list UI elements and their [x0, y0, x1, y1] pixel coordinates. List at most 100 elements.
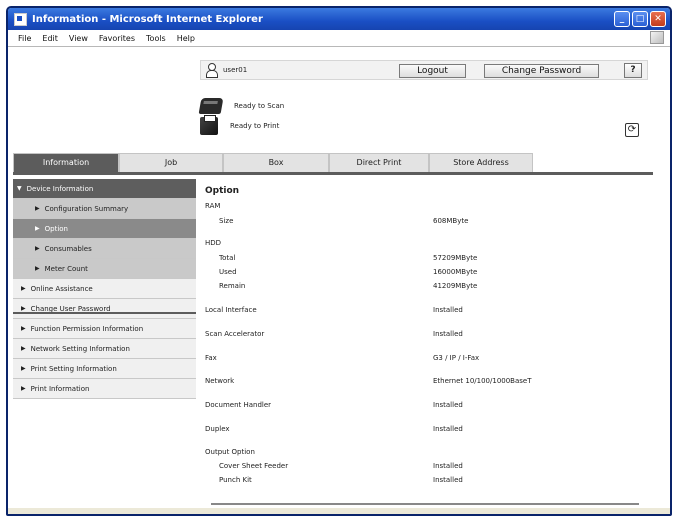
document-handler-value: Installed	[433, 401, 463, 409]
duplex-label: Duplex	[205, 425, 230, 433]
triangle-right-icon: ▶	[21, 365, 26, 372]
sidebar-item-meter-count[interactable]: ▶ Meter Count	[13, 259, 196, 279]
menu-help[interactable]: Help	[177, 34, 195, 43]
menu-view[interactable]: View	[69, 34, 88, 43]
printer-icon	[200, 115, 218, 135]
network-label: Network	[205, 377, 235, 385]
close-button[interactable]: ✕	[650, 11, 666, 27]
sidebar-item-configuration-summary[interactable]: ▶ Configuration Summary	[13, 199, 196, 219]
scan-status-text: Ready to Scan	[234, 102, 285, 110]
user-bar: user01 Logout Change Password ?	[200, 60, 648, 80]
fax-value: G3 / IP / I-Fax	[433, 354, 480, 362]
hdd-label: HDD	[205, 239, 222, 247]
ram-size-value: 608MByte	[433, 217, 469, 225]
sidebar-item-label: Option	[44, 224, 68, 233]
hdd-total-value: 57209MByte	[433, 254, 478, 262]
windows-logo-icon	[650, 31, 664, 44]
window-title: Information - Microsoft Internet Explore…	[32, 13, 263, 25]
triangle-right-icon: ▶	[21, 345, 26, 352]
user-icon	[205, 63, 218, 78]
tab-bar: Information Job Box Direct Print Store A…	[13, 153, 533, 172]
tab-store-address[interactable]: Store Address	[429, 153, 533, 172]
ram-label: RAM	[205, 202, 221, 210]
tab-direct-print[interactable]: Direct Print	[329, 153, 429, 172]
scan-accelerator-label: Scan Accelerator	[205, 330, 265, 338]
title-bar: Information - Microsoft Internet Explore…	[8, 8, 670, 30]
maximize-button[interactable]: □	[632, 11, 648, 27]
minimize-button[interactable]: _	[614, 11, 630, 27]
print-status-text: Ready to Print	[230, 122, 280, 130]
scanner-icon	[198, 98, 224, 114]
menu-file[interactable]: File	[18, 34, 31, 43]
duplex-value: Installed	[433, 425, 463, 433]
sidebar-bottom-rule	[13, 312, 196, 314]
ram-size-label: Size	[219, 217, 234, 225]
sidebar-item-print-information[interactable]: ▶ Print Information	[13, 379, 196, 399]
triangle-right-icon: ▶	[21, 385, 26, 392]
print-status: Ready to Print	[200, 115, 280, 135]
sidebar-item-label: Function Permission Information	[30, 324, 144, 333]
change-password-button[interactable]: Change Password	[484, 64, 599, 78]
triangle-right-icon: ▶	[21, 305, 26, 312]
content-bottom-rule	[211, 503, 639, 505]
cover-sheet-feeder-label: Cover Sheet Feeder	[219, 462, 289, 470]
browser-window: Information - Microsoft Internet Explore…	[6, 6, 672, 516]
hdd-used-label: Used	[219, 268, 237, 276]
sidebar-item-online-assistance[interactable]: ▶ Online Assistance	[13, 279, 196, 299]
sidebar-item-label: Network Setting Information	[30, 344, 130, 353]
scan-status: Ready to Scan	[198, 97, 285, 115]
fax-label: Fax	[205, 354, 217, 362]
sidebar-item-label: Online Assistance	[30, 284, 93, 293]
ie-icon	[14, 12, 27, 26]
punch-kit-value: Installed	[433, 476, 463, 484]
sidebar-item-change-user-password[interactable]: ▶ Change User Password	[13, 299, 196, 319]
sidebar-item-label: Consumables	[44, 244, 92, 253]
sidebar-item-print-setting[interactable]: ▶ Print Setting Information	[13, 359, 196, 379]
scan-accelerator-value: Installed	[433, 330, 463, 338]
help-button[interactable]: ?	[624, 63, 642, 78]
sidebar-item-option[interactable]: ▶ Option	[13, 219, 196, 239]
sidebar-item-device-information[interactable]: ▼ Device Information	[13, 179, 196, 199]
document-handler-label: Document Handler	[205, 401, 272, 409]
triangle-right-icon: ▶	[21, 325, 26, 332]
triangle-right-icon: ▶	[35, 245, 40, 252]
status-bar	[8, 508, 670, 514]
menu-tools[interactable]: Tools	[146, 34, 166, 43]
tab-job[interactable]: Job	[119, 153, 223, 172]
menu-bar: File Edit View Favorites Tools Help	[8, 30, 670, 47]
menu-edit[interactable]: Edit	[42, 34, 58, 43]
menu-favorites[interactable]: Favorites	[99, 34, 135, 43]
sidebar-item-label: Meter Count	[44, 264, 88, 273]
refresh-icon[interactable]: ⟳	[625, 123, 639, 137]
network-value: Ethernet 10/100/1000BaseT	[433, 377, 532, 385]
triangle-right-icon: ▶	[21, 285, 26, 292]
punch-kit-label: Punch Kit	[219, 476, 252, 484]
local-interface-label: Local Interface	[205, 306, 257, 314]
sidebar-item-function-permission[interactable]: ▶ Function Permission Information	[13, 319, 196, 339]
tab-information[interactable]: Information	[13, 153, 119, 172]
output-option-label: Output Option	[205, 448, 255, 456]
triangle-down-icon: ▼	[17, 185, 22, 192]
hdd-remain-value: 41209MByte	[433, 282, 478, 290]
page-title: Option	[205, 186, 240, 196]
hdd-total-label: Total	[219, 254, 236, 262]
tab-underline	[13, 172, 653, 175]
sidebar-item-label: Print Information	[30, 384, 90, 393]
sidebar: ▼ Device Information ▶ Configuration Sum…	[13, 179, 196, 399]
hdd-remain-label: Remain	[219, 282, 246, 290]
sidebar-item-network-setting[interactable]: ▶ Network Setting Information	[13, 339, 196, 359]
hdd-used-value: 16000MByte	[433, 268, 478, 276]
tab-box[interactable]: Box	[223, 153, 329, 172]
username: user01	[223, 66, 248, 74]
sidebar-item-label: Print Setting Information	[30, 364, 117, 373]
local-interface-value: Installed	[433, 306, 463, 314]
sidebar-item-label: Configuration Summary	[44, 204, 129, 213]
triangle-right-icon: ▶	[35, 205, 40, 212]
page-content: user01 Logout Change Password ? Ready to…	[8, 47, 670, 514]
cover-sheet-feeder-value: Installed	[433, 462, 463, 470]
logout-button[interactable]: Logout	[399, 64, 466, 78]
triangle-right-icon: ▶	[35, 265, 40, 272]
triangle-right-icon: ▶	[35, 225, 40, 232]
sidebar-item-consumables[interactable]: ▶ Consumables	[13, 239, 196, 259]
sidebar-item-label: Device Information	[26, 184, 94, 193]
